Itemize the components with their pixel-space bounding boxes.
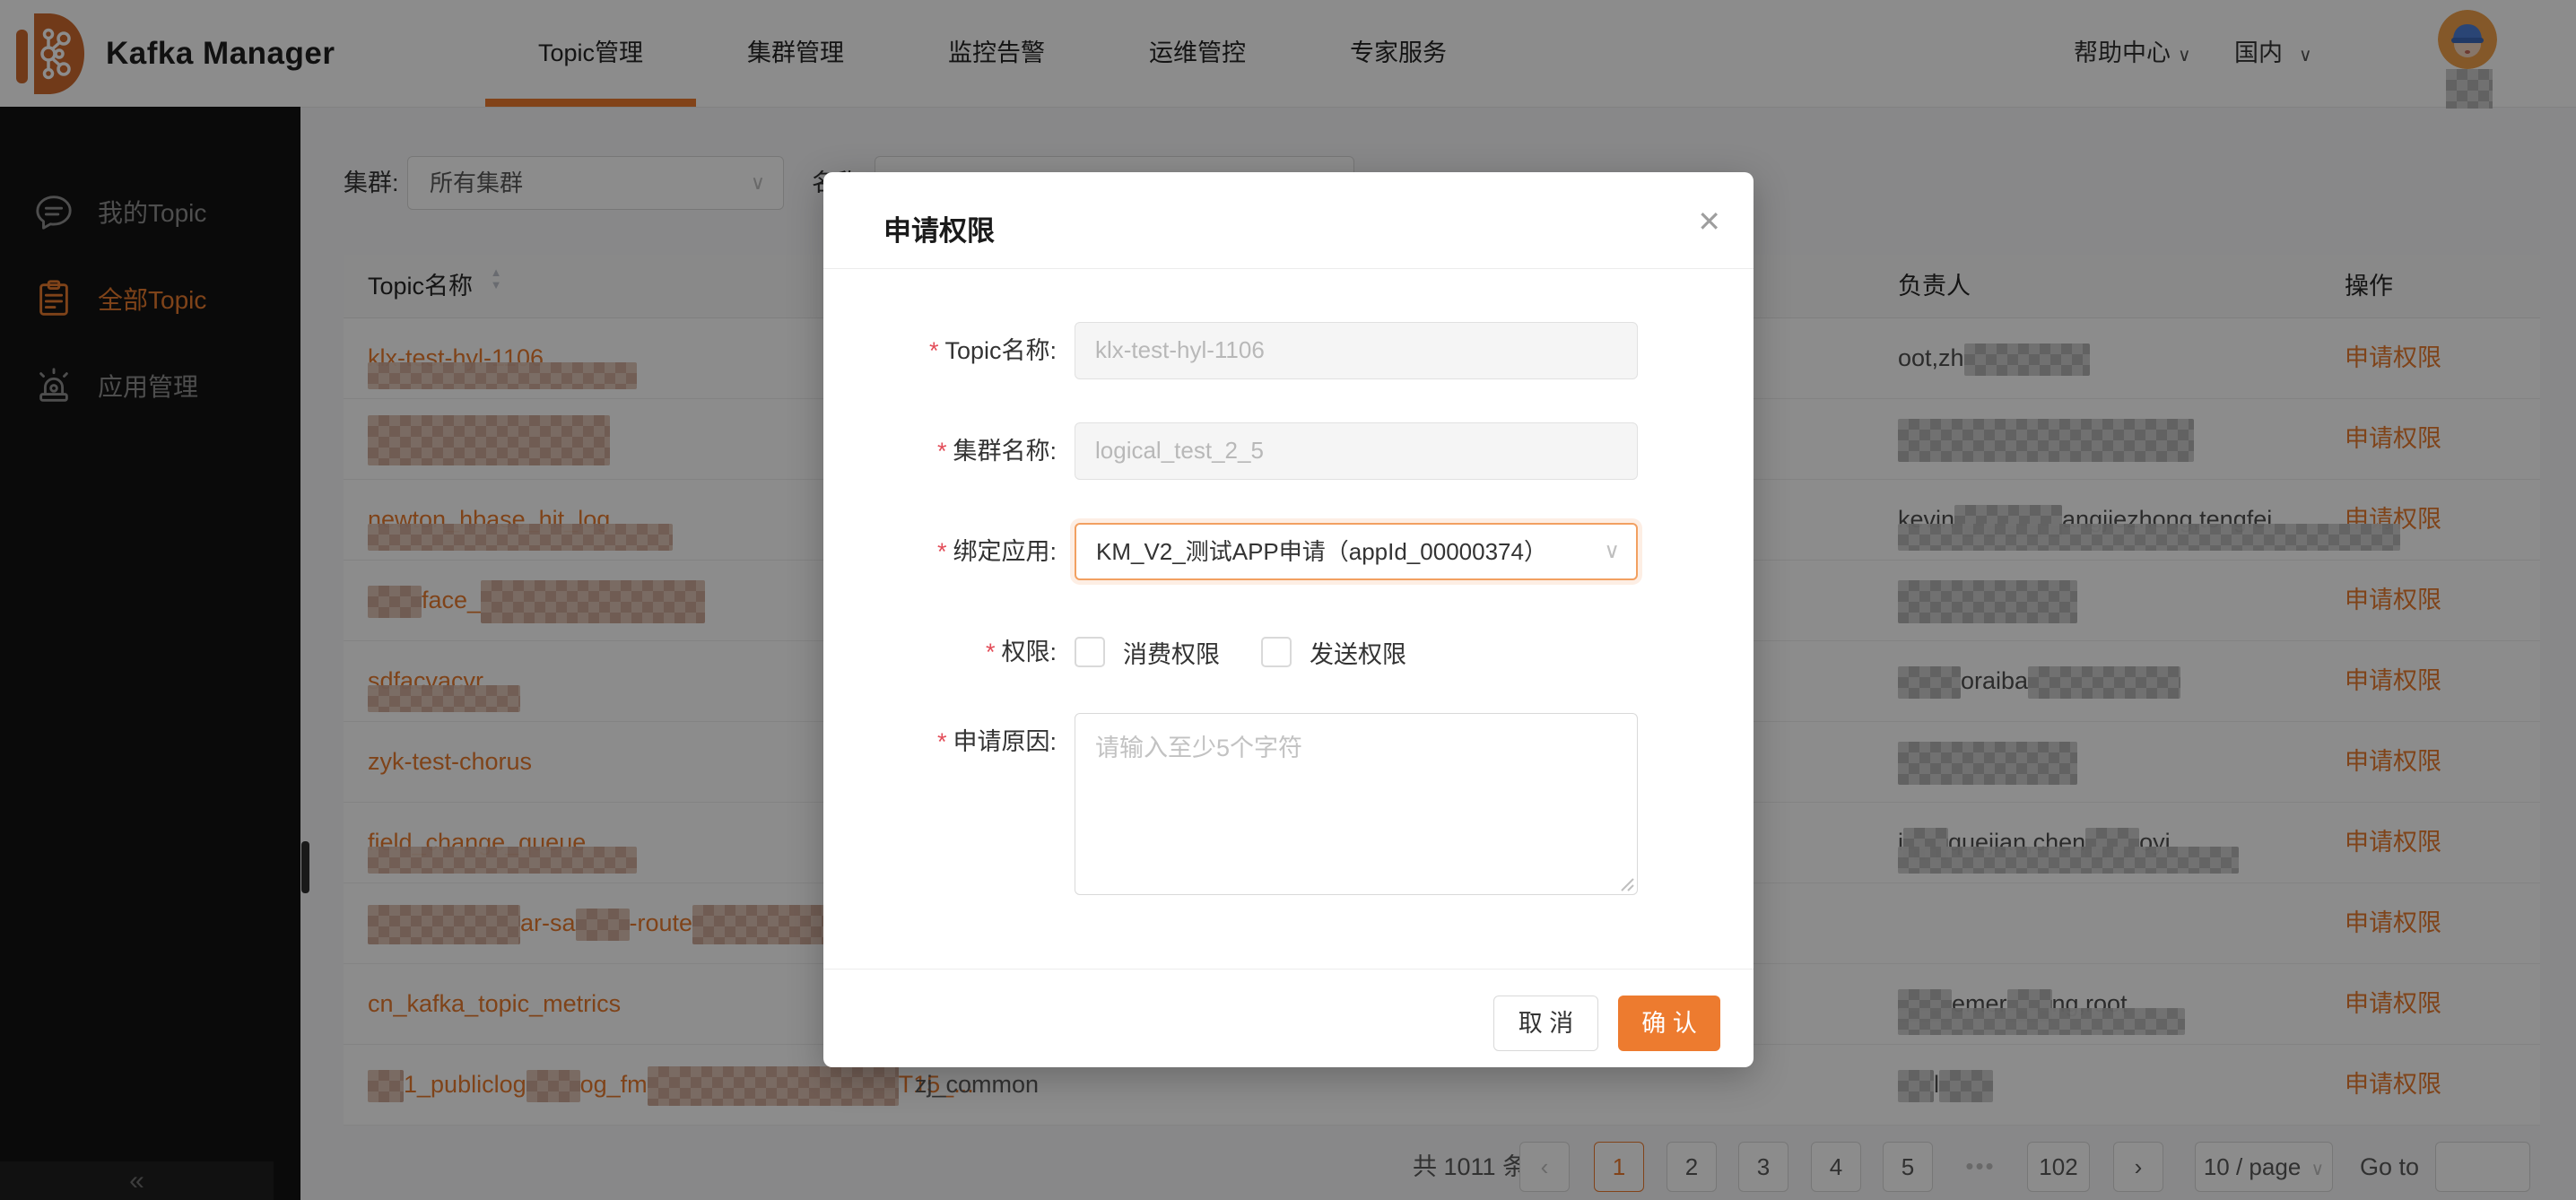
field-label-topic: *Topic名称: bbox=[823, 322, 1057, 379]
divider bbox=[823, 268, 1754, 269]
required-icon: * bbox=[937, 438, 947, 465]
consume-permission-label: 消费权限 bbox=[1123, 635, 1220, 670]
topic-name-placeholder: klx-test-hyl-1106 bbox=[1095, 336, 1265, 363]
apply-reason-textarea[interactable]: 请输入至少5个字符 bbox=[1075, 713, 1638, 895]
confirm-button[interactable]: 确 认 bbox=[1618, 996, 1720, 1051]
divider bbox=[823, 969, 1754, 970]
send-permission-label: 发送权限 bbox=[1310, 635, 1406, 670]
apply-permission-modal: 申请权限 ✕ *Topic名称: klx-test-hyl-1106 *集群名称… bbox=[823, 172, 1754, 1067]
cluster-name-placeholder: logical_test_2_5 bbox=[1095, 437, 1264, 464]
reason-placeholder: 请输入至少5个字符 bbox=[1095, 728, 1302, 763]
resize-handle-icon[interactable] bbox=[1618, 875, 1634, 891]
cancel-button[interactable]: 取 消 bbox=[1493, 996, 1598, 1051]
cluster-name-input[interactable]: logical_test_2_5 bbox=[1075, 422, 1638, 480]
send-permission-checkbox[interactable] bbox=[1261, 637, 1292, 667]
required-icon: * bbox=[929, 337, 939, 364]
consume-permission-checkbox[interactable] bbox=[1075, 637, 1105, 667]
field-label-app: *绑定应用: bbox=[823, 523, 1057, 580]
chevron-down-icon: ∨ bbox=[1604, 525, 1620, 578]
required-icon: * bbox=[937, 728, 947, 755]
topic-name-input[interactable]: klx-test-hyl-1106 bbox=[1075, 322, 1638, 379]
field-label-reason: *申请原因: bbox=[823, 713, 1057, 770]
required-icon: * bbox=[937, 538, 947, 565]
required-icon: * bbox=[986, 639, 996, 665]
close-icon[interactable]: ✕ bbox=[1697, 204, 1721, 239]
bind-app-select[interactable]: KM_V2_测试APP申请（appId_00000374） ∨ bbox=[1075, 523, 1638, 580]
field-label-cluster: *集群名称: bbox=[823, 422, 1057, 480]
modal-title: 申请权限 bbox=[883, 208, 995, 248]
field-label-permission: *权限: bbox=[823, 632, 1057, 672]
permission-checkbox-group: 消费权限 发送权限 bbox=[1075, 632, 1430, 672]
